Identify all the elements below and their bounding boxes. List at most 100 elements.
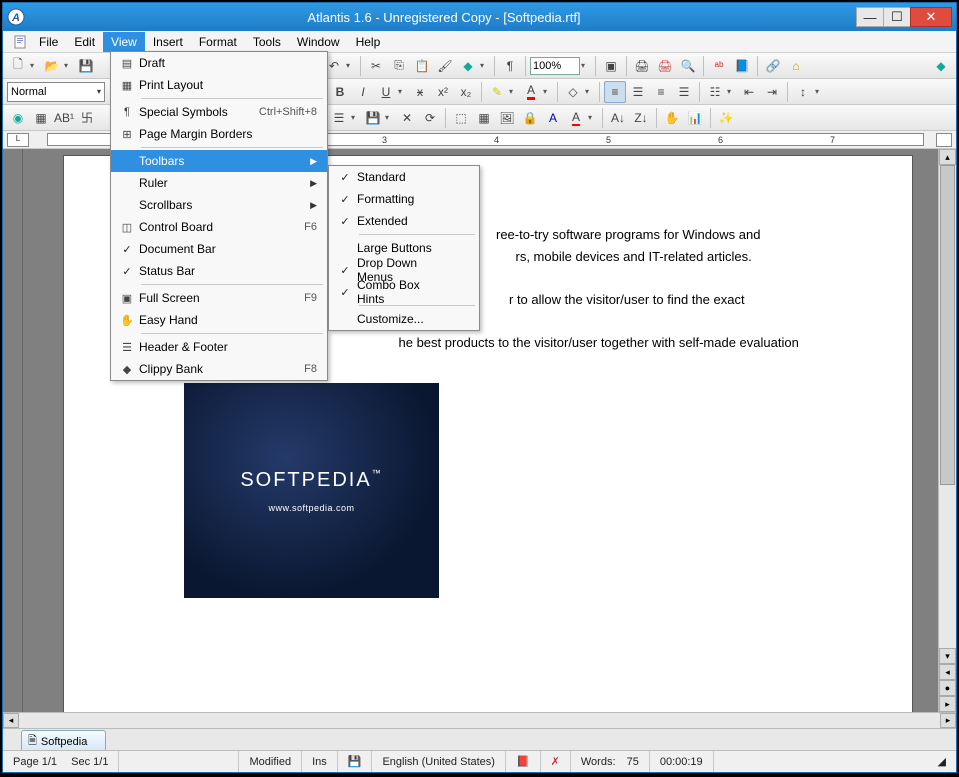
clippy-dropdown[interactable]: ▾ — [480, 61, 490, 70]
menu-item-standard[interactable]: Standard — [329, 166, 479, 188]
open-dropdown[interactable]: ▾ — [64, 61, 74, 70]
ext-wand[interactable]: ✨ — [715, 107, 737, 129]
resize-grip[interactable]: ◢ — [928, 751, 956, 772]
menu-item-page-margin-borders[interactable]: ⊞Page Margin Borders — [111, 123, 327, 145]
ext-sort-desc[interactable]: Z↓ — [630, 107, 652, 129]
subscript-button[interactable]: x₂ — [455, 81, 477, 103]
hyperlink-button[interactable]: 🔗 — [762, 55, 784, 77]
menu-item-toolbars[interactable]: Toolbars▶ — [111, 150, 327, 172]
bold-button[interactable]: B — [329, 81, 351, 103]
menu-file[interactable]: File — [31, 32, 66, 52]
scroll-left-button[interactable]: ◂ — [3, 713, 19, 728]
zoom-combo[interactable] — [530, 57, 580, 75]
open-button[interactable]: 📂 — [41, 55, 63, 77]
format-painter-button[interactable]: 🖌 — [434, 55, 456, 77]
scroll-down-button[interactable]: ▾ — [939, 648, 956, 664]
ext-save[interactable]: 💾 — [362, 107, 384, 129]
menu-edit[interactable]: Edit — [66, 32, 103, 52]
menu-item-special-symbols[interactable]: ¶Special SymbolsCtrl+Shift+8 — [111, 101, 327, 123]
highlight-button[interactable]: ✎ — [486, 81, 508, 103]
menu-item-ruler[interactable]: Ruler▶ — [111, 172, 327, 194]
scroll-up-button[interactable]: ▴ — [939, 149, 956, 165]
highlight-dropdown[interactable]: ▾ — [509, 87, 519, 96]
align-justify-button[interactable]: ☰ — [673, 81, 695, 103]
menu-item-draft[interactable]: ▤Draft — [111, 52, 327, 74]
bullets-button[interactable]: ☷ — [704, 81, 726, 103]
clippy-bank-button[interactable]: ◆ — [457, 55, 479, 77]
help-icon[interactable]: ◆ — [930, 55, 952, 77]
vertical-scrollbar[interactable]: ▴ ▾ ◂ ● ▸ — [938, 149, 956, 712]
status-ins[interactable]: Ins — [302, 751, 338, 772]
copy-button[interactable]: ⎘ — [388, 55, 410, 77]
ext-colortext[interactable]: A — [565, 107, 587, 129]
menu-item-clippy-bank[interactable]: ◆Clippy BankF8 — [111, 358, 327, 380]
align-right-button[interactable]: ≡ — [650, 81, 672, 103]
menu-item-customize-[interactable]: Customize... — [329, 308, 479, 330]
align-center-button[interactable]: ☰ — [627, 81, 649, 103]
italic-button[interactable]: I — [352, 81, 374, 103]
ext-openlist[interactable]: ☰ — [328, 107, 350, 129]
print-button[interactable]: 🖨 — [631, 55, 653, 77]
superscript-button[interactable]: x² — [432, 81, 454, 103]
cut-button[interactable]: ✂ — [365, 55, 387, 77]
new-dropdown[interactable]: ▾ — [30, 61, 40, 70]
clear-format-button[interactable]: ◇ — [562, 81, 584, 103]
line-spacing-dropdown[interactable]: ▾ — [815, 87, 825, 96]
menu-item-print-layout[interactable]: ▦Print Layout — [111, 74, 327, 96]
strike-button[interactable]: x — [409, 81, 431, 103]
zoom-dropdown[interactable]: ▾ — [581, 61, 591, 70]
document-tab[interactable]: 🗎 Softpedia — [21, 730, 106, 750]
browse-object-button[interactable]: ● — [939, 680, 956, 696]
menu-format[interactable]: Format — [191, 32, 245, 52]
spellcheck-button[interactable]: ᵃᵇ — [708, 55, 730, 77]
status-book-icon[interactable]: 📕 — [506, 751, 541, 772]
menu-item-full-screen[interactable]: ▣Full ScreenF9 — [111, 287, 327, 309]
font-color-button[interactable]: A — [520, 81, 542, 103]
paste-button[interactable]: 📋 — [411, 55, 433, 77]
horizontal-scrollbar[interactable]: ◂ ▸ — [3, 712, 956, 728]
menu-item-document-bar[interactable]: Document Bar — [111, 238, 327, 260]
outdent-button[interactable]: ⇤ — [738, 81, 760, 103]
status-words[interactable]: Words: 75 — [571, 751, 650, 772]
ext-text[interactable]: A — [542, 107, 564, 129]
next-page-button[interactable]: ▸ — [939, 696, 956, 712]
scroll-thumb[interactable] — [940, 165, 955, 485]
ext-btn-3[interactable]: AB¹ — [53, 107, 75, 129]
maximize-button[interactable]: ☐ — [883, 7, 911, 27]
status-spell-icon[interactable]: ✗ — [541, 751, 571, 772]
align-left-button[interactable]: ≡ — [604, 81, 626, 103]
ext-dd3[interactable]: ▾ — [588, 113, 598, 122]
menu-insert[interactable]: Insert — [145, 32, 191, 52]
prev-page-button[interactable]: ◂ — [939, 664, 956, 680]
ext-image[interactable]: 🖼 — [496, 107, 518, 129]
ext-table[interactable]: ▦ — [473, 107, 495, 129]
ext-lock[interactable]: 🔒 — [519, 107, 541, 129]
scroll-right-button[interactable]: ▸ — [940, 713, 956, 728]
home-button[interactable]: ⌂ — [785, 55, 807, 77]
ext-btn-1[interactable]: ◉ — [7, 107, 29, 129]
status-language[interactable]: English (United States) — [372, 751, 506, 772]
ext-close[interactable]: ✕ — [396, 107, 418, 129]
ext-btn-4[interactable]: 卐 — [76, 107, 98, 129]
clear-format-dropdown[interactable]: ▾ — [585, 87, 595, 96]
new-button[interactable]: 🗋 — [7, 55, 29, 77]
font-color-dropdown[interactable]: ▾ — [543, 87, 553, 96]
print2-button[interactable]: 🖨 — [654, 55, 676, 77]
ext-dd2[interactable]: ▾ — [385, 113, 395, 122]
ext-btn-2[interactable]: ▦ — [30, 107, 52, 129]
underline-button[interactable]: U — [375, 81, 397, 103]
style-combo[interactable]: Normal ▾ — [7, 82, 105, 102]
document-icon[interactable] — [9, 32, 31, 52]
ext-stats[interactable]: 📊 — [684, 107, 706, 129]
ext-sort-asc[interactable]: A↓ — [607, 107, 629, 129]
underline-dropdown[interactable]: ▾ — [398, 87, 408, 96]
save-button[interactable]: 💾 — [75, 55, 97, 77]
pilcrow-button[interactable]: ¶ — [499, 55, 521, 77]
undo-dropdown[interactable]: ▾ — [346, 61, 356, 70]
menu-item-header-footer[interactable]: ☰Header & Footer — [111, 336, 327, 358]
status-page[interactable]: Page 1/1 Sec 1/1 — [3, 751, 119, 772]
tab-selector[interactable]: L — [7, 133, 29, 147]
ext-reload[interactable]: ⟳ — [419, 107, 441, 129]
menu-item-control-board[interactable]: ◫Control BoardF6 — [111, 216, 327, 238]
status-save-icon[interactable]: 💾 — [338, 751, 373, 772]
